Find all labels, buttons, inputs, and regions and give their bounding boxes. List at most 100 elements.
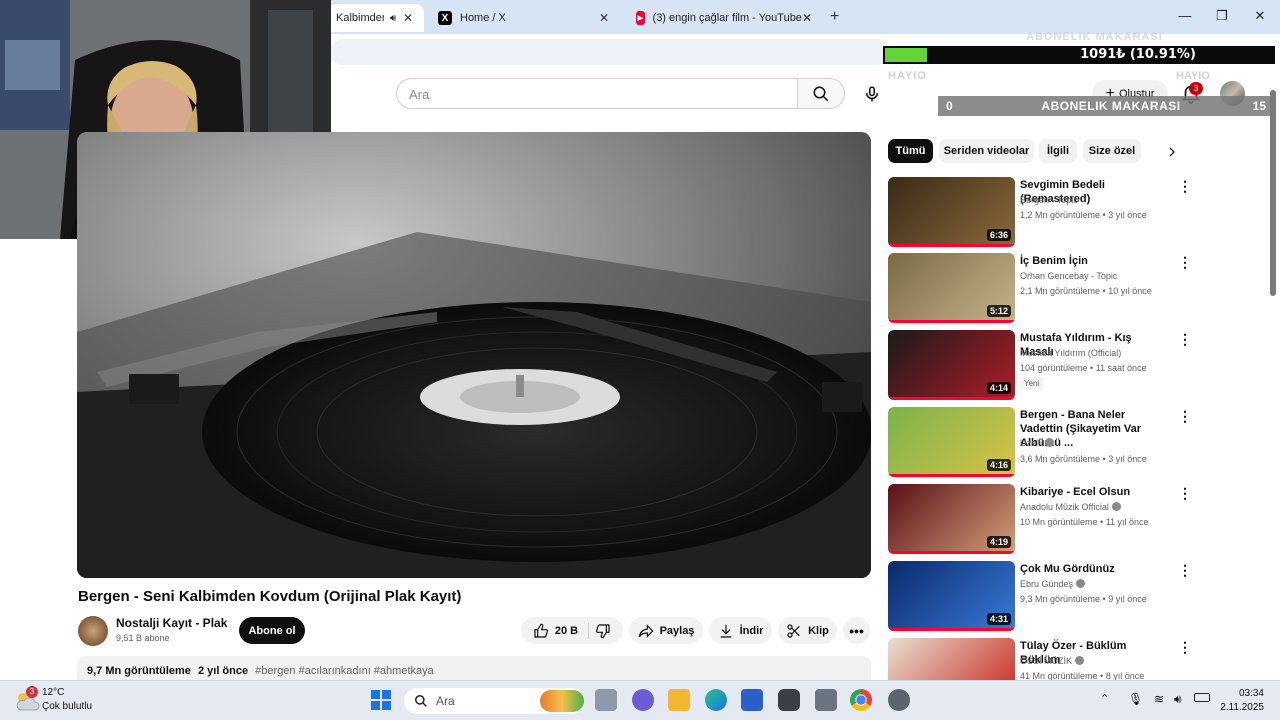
tab-current[interactable]: Kalbimden 🔊︎ ✕: [328, 4, 424, 32]
watch-progress-bar: [888, 551, 1015, 554]
clock-date[interactable]: 2.11.2025: [1218, 702, 1264, 713]
app-icon[interactable]: [778, 689, 800, 711]
microphone-tray-icon[interactable]: 🎙︎: [1128, 692, 1143, 706]
more-vertical-icon[interactable]: ⋮: [1178, 409, 1192, 423]
teams-icon[interactable]: [632, 689, 654, 711]
weather-description: Çok bulutlu: [42, 701, 93, 712]
tab-youtube[interactable]: ▶ (3) engin çağlar film - YouTube ✕: [628, 4, 820, 32]
page-scrollbar[interactable]: [1270, 88, 1278, 684]
video-thumbnail[interactable]: 4:16: [888, 407, 1015, 477]
like-button[interactable]: 20 B: [533, 622, 590, 639]
video-meta: 3,6 Mn görüntüleme • 3 yıl önce: [1020, 454, 1147, 464]
calculator-icon[interactable]: [815, 689, 837, 711]
close-icon[interactable]: ✕: [802, 11, 812, 25]
hashtags[interactable]: #bergen #acılarınkadını #ahmetkaya: [255, 665, 434, 677]
channel-label: OSSİ MÜZİK: [1020, 656, 1073, 666]
chrome-icon[interactable]: [850, 689, 872, 711]
whiteboard-icon[interactable]: [741, 689, 763, 711]
task-view-icon[interactable]: [595, 689, 617, 711]
more-vertical-icon[interactable]: ⋮: [1178, 640, 1188, 654]
recommendation-item[interactable]: 4:16 Bergen - Bana Neler Vadettin (Şikaye…: [888, 407, 1192, 479]
address-bar[interactable]: [330, 39, 890, 65]
clock-time[interactable]: 03:34: [1236, 688, 1264, 699]
voice-search-button[interactable]: [856, 78, 888, 110]
video-thumbnail[interactable]: 4:14: [888, 330, 1015, 400]
share-icon: [638, 623, 654, 638]
chip-for-you[interactable]: Size özel: [1083, 139, 1141, 163]
channel-name[interactable]: Nostalji Kayıt - Plak: [116, 616, 227, 630]
recommendation-item[interactable]: Tülay Özer - Büklüm Büklüm OSSİ MÜZİK 41 M…: [888, 638, 1188, 680]
channel-label: Mustafa Yıldırım (Official): [1020, 348, 1122, 358]
volume-icon[interactable]: 🔊︎: [1174, 692, 1182, 707]
channel-label: Orhan Gencebay - Topic: [1020, 271, 1118, 281]
wifi-icon[interactable]: ≋: [1154, 692, 1164, 706]
recommendation-item[interactable]: 4:14 Mustafa Yıldırım - Kış Masalı Mustafa…: [888, 330, 1192, 402]
video-duration: 4:14: [986, 382, 1011, 394]
recommendation-item[interactable]: 4:31 Çok Mu Gördünüz Ebru Gündeş 9,3 Mn gör…: [888, 561, 1192, 633]
video-title[interactable]: Çok Mu Gördünüz: [1020, 562, 1166, 576]
channel-name[interactable]: Orhan Gencebay - Topic: [1020, 271, 1117, 281]
new-tab-button[interactable]: +: [830, 8, 839, 26]
taskbar-search[interactable]: Ara: [404, 688, 584, 714]
chip-series[interactable]: Seriden videolar: [939, 139, 1034, 163]
speaker-icon[interactable]: 🔊︎: [390, 13, 396, 24]
more-vertical-icon[interactable]: ⋮: [1178, 179, 1192, 193]
close-window-button[interactable]: ✕: [1250, 8, 1270, 24]
chip-related[interactable]: İlgili: [1039, 139, 1077, 163]
channel-name[interactable]: Mustafa Yıldırım (Official): [1020, 348, 1121, 358]
video-thumbnail[interactable]: 4:31: [888, 561, 1015, 631]
download-button[interactable]: İndir: [709, 617, 772, 644]
more-vertical-icon[interactable]: ⋮: [1178, 332, 1192, 346]
subscribe-button[interactable]: Abone ol: [239, 617, 305, 644]
more-vertical-icon[interactable]: ⋮: [1178, 563, 1192, 577]
channel-name[interactable]: OSSİ MÜZİK: [1020, 656, 1085, 666]
more-horizontal-icon: •••: [849, 622, 864, 639]
clip-button[interactable]: Klip: [778, 617, 837, 644]
edge-icon[interactable]: [705, 689, 727, 711]
chevron-up-icon[interactable]: ⌃: [1100, 692, 1109, 705]
verified-icon: [1076, 579, 1086, 588]
notification-badge: 3: [1189, 82, 1203, 95]
close-icon[interactable]: ✕: [596, 11, 612, 25]
download-label: İndir: [739, 624, 764, 637]
video-duration: 4:16: [986, 459, 1011, 471]
video-title[interactable]: Kibariye - Ecel Olsun: [1020, 485, 1166, 499]
file-explorer-icon[interactable]: [668, 689, 690, 711]
minimize-button[interactable]: —: [1175, 8, 1195, 23]
channel-name[interactable]: Uzelli: [1020, 438, 1055, 448]
channel-name[interactable]: Anadolu Müzik Official: [1020, 502, 1121, 512]
chip-all[interactable]: Tümü: [888, 139, 933, 163]
more-actions-button[interactable]: •••: [843, 617, 870, 644]
more-vertical-icon[interactable]: ⋮: [1178, 255, 1192, 269]
dislike-button[interactable]: [595, 623, 611, 639]
recommendation-item[interactable]: 5:12 İç Benim İçin Orhan Gencebay - Topic 2…: [888, 253, 1192, 325]
search-highlight-icon: [540, 690, 584, 712]
channel-name[interactable]: Ebru Gündeş: [1020, 579, 1086, 589]
share-button[interactable]: Paylaş: [629, 617, 703, 644]
obs-icon[interactable]: [888, 689, 910, 711]
close-icon[interactable]: ✕: [400, 11, 416, 25]
channel-avatar[interactable]: [78, 616, 108, 646]
chevron-right-icon[interactable]: [1162, 142, 1182, 162]
video-duration: 6:36: [986, 229, 1011, 241]
windows-start-icon[interactable]: [370, 689, 392, 711]
tab-x[interactable]: X Home / X ✕: [430, 4, 620, 32]
more-vertical-icon[interactable]: ⋮: [1178, 486, 1192, 500]
scrollbar-thumb[interactable]: [1270, 90, 1276, 296]
video-thumbnail[interactable]: [888, 638, 1015, 680]
subscription-wheel-bar: 0 ABONELIK MAKARASI 15: [938, 96, 1274, 116]
like-count: 20 B: [554, 624, 579, 637]
sub-bar-goal: 15: [1252, 99, 1266, 113]
maximize-button[interactable]: ❐: [1212, 8, 1232, 24]
search-button[interactable]: [797, 78, 845, 109]
recommendation-item[interactable]: 4:19 Kibariye - Ecel Olsun Anadolu Müzik O…: [888, 484, 1192, 556]
video-thumbnail[interactable]: 4:19: [888, 484, 1015, 554]
channel-name[interactable]: Bergen - Topic: [1020, 195, 1078, 205]
video-player[interactable]: [77, 132, 871, 578]
search-input[interactable]: Ara: [396, 78, 798, 109]
video-thumbnail[interactable]: 6:36: [888, 177, 1015, 247]
video-title[interactable]: İç Benim İçin: [1020, 254, 1166, 268]
battery-icon[interactable]: [1194, 693, 1210, 702]
recommendation-item[interactable]: 6:36 Sevgimin Bedeli (Remastered) Bergen -…: [888, 177, 1192, 249]
video-thumbnail[interactable]: 5:12: [888, 253, 1015, 323]
